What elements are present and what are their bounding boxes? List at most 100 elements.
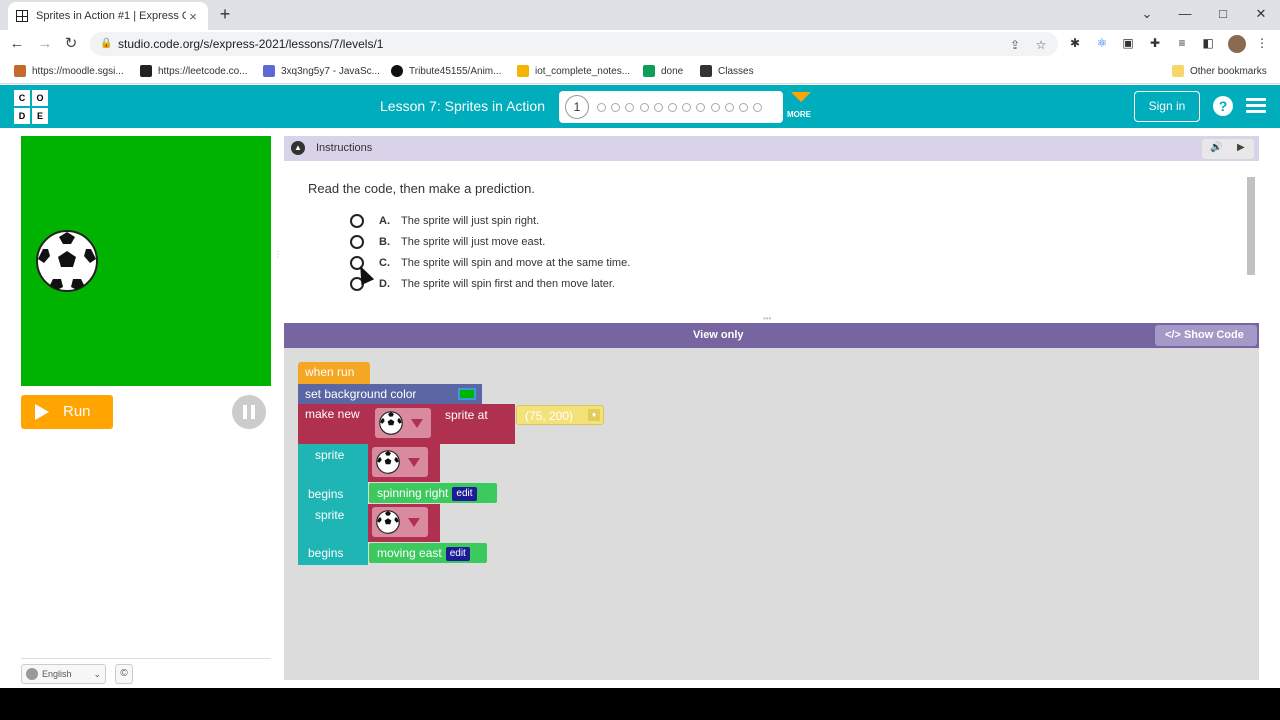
profile-avatar[interactable]	[1228, 35, 1246, 53]
browser-toolbar: ← → ↻ 🔒 studio.code.org/s/express-2021/l…	[0, 30, 1280, 58]
game-stage	[21, 136, 271, 386]
set-background-block: set background color	[298, 384, 482, 404]
dropdown-arrow-icon	[408, 458, 420, 467]
choice-c[interactable]: C. The sprite will spin and move at the …	[350, 255, 630, 271]
code-org-logo[interactable]: C O D E	[14, 90, 48, 124]
extension-bug-icon[interactable]: ✱	[1068, 36, 1082, 50]
other-bookmarks[interactable]: Other bookmarks	[1172, 64, 1267, 78]
edit-behavior-button[interactable]: edit	[445, 547, 470, 561]
workspace-header: View only </> Show Code	[284, 323, 1259, 348]
level-dot[interactable]	[710, 103, 720, 112]
level-dot[interactable]	[639, 103, 649, 112]
instructions-label: Instructions	[316, 142, 373, 154]
scroll-thumb[interactable]	[1247, 177, 1255, 275]
audio-controls: 🔊 ▶	[1202, 139, 1254, 159]
hamburger-menu-icon[interactable]	[1246, 98, 1266, 114]
dropdown-arrow-icon	[411, 419, 423, 428]
folder-icon	[1172, 65, 1184, 77]
reload-button[interactable]: ↻	[60, 33, 82, 55]
code-icon: </>	[1165, 329, 1181, 341]
question-prompt: Read the code, then make a prediction.	[308, 181, 535, 196]
collapse-icon[interactable]: ▲	[291, 141, 305, 155]
copyright-button[interactable]: ©	[115, 664, 133, 684]
browser-tab-active[interactable]: Sprites in Action #1 | Express Cou ×	[8, 2, 208, 30]
sprite-label: sprite	[315, 508, 345, 522]
address-url: studio.code.org/s/express-2021/lessons/7…	[118, 37, 384, 51]
level-dot[interactable]	[739, 103, 748, 112]
level-dot[interactable]	[753, 103, 763, 112]
address-bar[interactable]: 🔒 studio.code.org/s/express-2021/lessons…	[90, 32, 1058, 56]
bookmark-item[interactable]: Tribute45155/Anim...	[391, 64, 501, 78]
language-select[interactable]: English ⌄	[21, 664, 106, 684]
side-panel-icon[interactable]: ◧	[1201, 36, 1215, 50]
level-dot[interactable]	[682, 103, 692, 112]
reading-list-icon[interactable]: ≡	[1175, 36, 1189, 50]
forward-button[interactable]: →	[34, 33, 56, 55]
bookmark-star-icon[interactable]: ☆	[1034, 38, 1048, 52]
level-dot[interactable]	[611, 103, 621, 112]
begins-label: begins	[308, 487, 344, 501]
when-run-block: when run	[298, 362, 370, 384]
instructions-body: Read the code, then make a prediction. A…	[284, 161, 1259, 311]
extensions-puzzle-icon[interactable]: ✚	[1148, 36, 1162, 50]
google-sheets-icon	[643, 65, 655, 77]
level-dot[interactable]	[625, 103, 635, 112]
classes-icon	[700, 65, 712, 77]
resize-grip-icon[interactable]: •••	[763, 314, 779, 323]
choice-b[interactable]: B. The sprite will just move east.	[350, 234, 545, 250]
bookmark-item[interactable]: 3xq3ng5y7 - JavaSc...	[263, 64, 380, 78]
extension-media-icon[interactable]: ▣	[1121, 36, 1135, 50]
radio-button[interactable]	[350, 235, 364, 249]
bookmark-item[interactable]: iot_complete_notes...	[517, 64, 630, 78]
tab-close-icon[interactable]: ×	[186, 9, 200, 24]
level-dot[interactable]	[696, 103, 706, 112]
code-org-favicon-icon	[16, 10, 28, 22]
play-audio-icon[interactable]: ▶	[1237, 142, 1245, 153]
bookmark-item[interactable]: https://leetcode.co...	[140, 64, 248, 78]
share-icon[interactable]: ⇪	[1008, 38, 1022, 52]
more-label[interactable]: MORE	[787, 110, 811, 119]
google-drive-icon	[517, 65, 529, 77]
globe-icon	[26, 668, 38, 680]
instructions-header: ▲ Instructions 🔊 ▶	[284, 136, 1259, 161]
choice-d[interactable]: D. The sprite will spin first and then m…	[350, 276, 615, 292]
tab-title: Sprites in Action #1 | Express Cou	[36, 10, 186, 22]
level-dot[interactable]	[653, 103, 663, 112]
extension-react-icon[interactable]: ⚛	[1095, 36, 1109, 50]
show-code-button[interactable]: </> Show Code	[1155, 325, 1257, 346]
soccer-ball-sprite	[36, 230, 98, 292]
more-arrow-icon[interactable]	[791, 92, 811, 102]
close-window-button[interactable]: ✕	[1242, 0, 1280, 30]
help-icon[interactable]: ?	[1213, 96, 1233, 116]
bookmark-item[interactable]: done	[643, 64, 683, 78]
resize-grip-icon[interactable]: ⋮	[274, 251, 282, 268]
bookmark-item[interactable]: Classes	[700, 64, 754, 78]
edit-behavior-button[interactable]: edit	[452, 487, 477, 501]
lightbulb-icon: ♦	[588, 409, 600, 421]
tab-search-icon[interactable]: ⌄	[1128, 0, 1166, 30]
choice-a[interactable]: A. The sprite will just spin right.	[350, 213, 539, 229]
view-only-label: View only	[693, 329, 744, 341]
lesson-title[interactable]: Lesson 7: Sprites in Action	[380, 98, 545, 114]
soccer-ball-icon	[376, 450, 400, 474]
chevron-down-icon: ⌄	[93, 669, 101, 679]
run-button[interactable]: Run	[21, 395, 113, 429]
back-button[interactable]: ←	[6, 33, 28, 55]
instructions-scrollbar[interactable]	[1246, 165, 1256, 309]
browser-menu-icon[interactable]: ⋮	[1255, 36, 1269, 50]
location-block: (75, 200) ♦	[516, 405, 604, 425]
color-swatch	[458, 388, 476, 400]
current-level-bubble[interactable]: 1	[565, 95, 589, 119]
level-dot[interactable]	[724, 103, 734, 112]
level-dot[interactable]	[668, 103, 677, 112]
new-tab-button[interactable]: +	[214, 4, 236, 26]
level-dot[interactable]	[597, 103, 606, 112]
minimize-button[interactable]: —	[1166, 0, 1204, 30]
maximize-button[interactable]: □	[1204, 0, 1242, 30]
pause-button[interactable]	[232, 395, 266, 429]
bookmark-item[interactable]: https://moodle.sgsi...	[14, 64, 124, 78]
radio-button[interactable]	[350, 214, 364, 228]
sign-in-button[interactable]: Sign in	[1134, 91, 1200, 122]
speaker-icon[interactable]: 🔊	[1210, 142, 1222, 153]
sprite-at-label: sprite at	[445, 408, 488, 422]
